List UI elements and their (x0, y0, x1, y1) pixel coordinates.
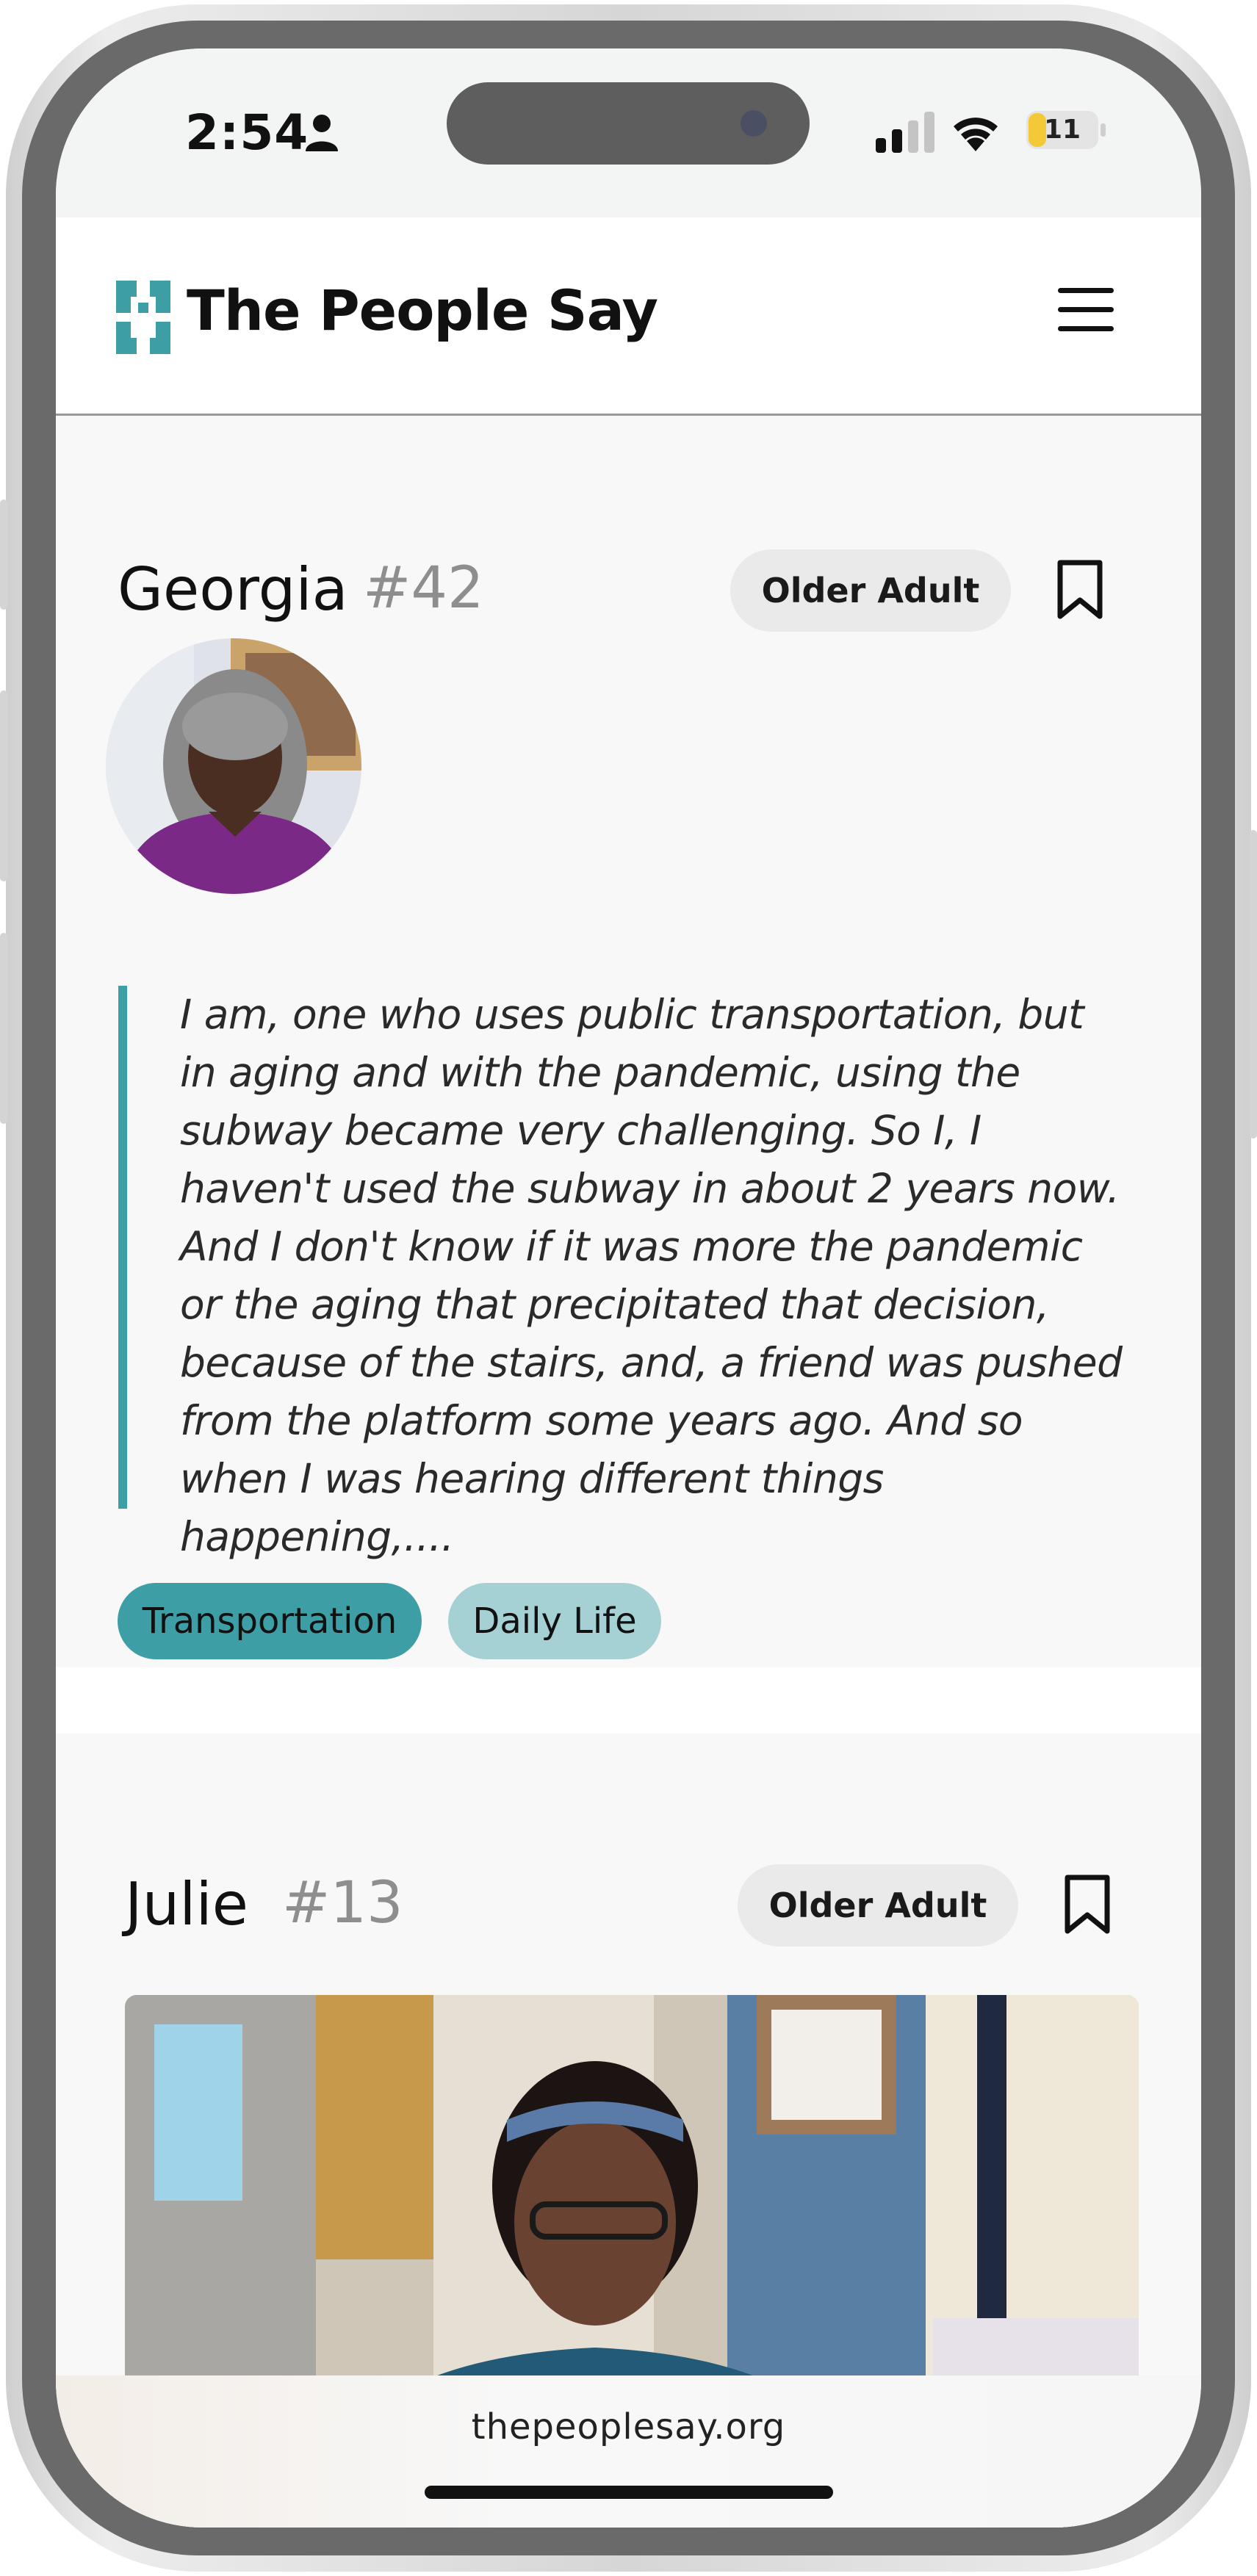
category-badge[interactable]: Older Adult (730, 549, 1011, 632)
volume-down-button (0, 933, 7, 1124)
story-card[interactable]: Georgia #42 Older Adult I am, one who us… (56, 418, 1201, 1667)
tag-transportation[interactable]: Transportation (118, 1583, 422, 1659)
url-text[interactable]: thepeoplesay.org (56, 2406, 1201, 2447)
bookmark-icon[interactable] (1064, 1874, 1111, 1935)
screen: 2:54 11 The People Say Georgia #42 Older… (56, 48, 1201, 2528)
avatar (106, 638, 361, 894)
volume-up-button (0, 690, 7, 881)
power-button (1250, 830, 1257, 1139)
status-bar: 2:54 11 (56, 48, 1201, 217)
quote-text: I am, one who uses public transportation… (180, 991, 1123, 1560)
status-time: 2:54 (185, 104, 309, 161)
card-separator (56, 1667, 1201, 1733)
browser-address-bar[interactable]: thepeoplesay.org (56, 2375, 1201, 2528)
portrait-image (106, 638, 361, 894)
story-number: #42 (363, 555, 484, 621)
battery-level: 11 (1043, 115, 1081, 145)
story-quote: I am, one who uses public transportation… (118, 986, 1132, 1560)
category-badge[interactable]: Older Adult (738, 1864, 1018, 1947)
cellular-signal-icon (876, 112, 934, 153)
site-header: The People Say (56, 217, 1201, 416)
story-number: #13 (282, 1870, 403, 1936)
quote-marks-logo-icon[interactable] (116, 281, 170, 354)
home-indicator[interactable] (425, 2486, 833, 2499)
action-button (0, 499, 7, 610)
brand-name[interactable]: The People Say (187, 278, 658, 343)
person-icon (306, 115, 338, 151)
bookmark-icon[interactable] (1056, 559, 1103, 621)
camera-icon (741, 110, 767, 137)
person-name: Julie (125, 1870, 248, 1938)
dynamic-island (447, 82, 810, 165)
hamburger-menu-icon[interactable] (1058, 288, 1114, 335)
wifi-icon (954, 118, 998, 151)
person-name: Georgia (118, 555, 348, 624)
tag-daily-life[interactable]: Daily Life (448, 1583, 661, 1659)
